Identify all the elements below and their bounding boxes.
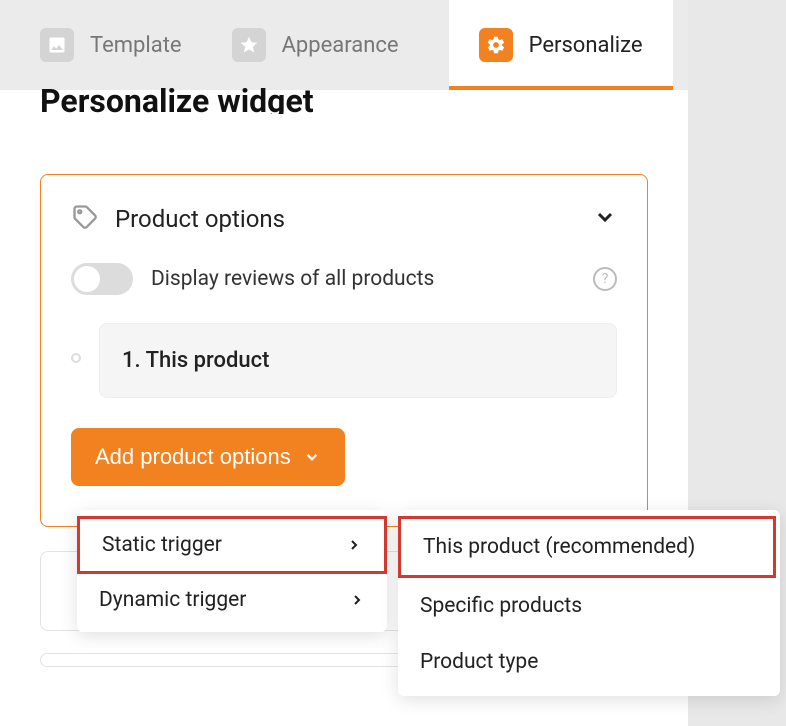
trigger-type-menu: Static trigger Dynamic trigger [77,510,387,632]
card-header[interactable]: Product options [71,203,617,235]
menu-item-dynamic-trigger[interactable]: Dynamic trigger [77,574,387,626]
menu-item-label: Static trigger [102,533,222,557]
tab-appearance[interactable]: Appearance [232,0,399,90]
product-options-card: Product options Display reviews of all p… [40,174,648,527]
help-icon[interactable]: ? [593,267,617,291]
chevron-right-icon [349,592,365,608]
chevron-down-icon [303,448,321,466]
menu-item-label: Dynamic trigger [99,588,246,612]
menu-item-static-trigger[interactable]: Static trigger [77,516,387,574]
tab-bar: Template Appearance Personalize [0,0,688,90]
tab-label: Template [90,33,182,58]
tab-label: Appearance [282,33,399,58]
chevron-down-icon [593,205,617,233]
tab-template[interactable]: Template [40,0,182,90]
app-container: Template Appearance Personalize Personal… [0,0,688,726]
toggle-label: Display reviews of all products [151,267,575,291]
add-product-options-button[interactable]: Add product options [71,428,345,486]
chevron-right-icon [346,537,362,553]
add-button-label: Add product options [95,444,291,470]
tag-icon [71,203,99,235]
menu-item-product-type[interactable]: Product type [398,634,780,690]
toggle-row: Display reviews of all products ? [71,263,617,295]
tab-personalize[interactable]: Personalize [449,0,673,90]
static-trigger-submenu: This product (recommended) Specific prod… [398,510,780,696]
timeline-dot [71,353,81,363]
image-icon [40,28,74,62]
product-list: 1. This product [71,323,617,398]
display-all-reviews-toggle[interactable] [71,263,133,295]
tab-label: Personalize [529,33,643,58]
star-icon [232,28,266,62]
menu-item-this-product[interactable]: This product (recommended) [398,516,776,578]
card-title: Product options [115,205,577,233]
menu-item-specific-products[interactable]: Specific products [398,578,780,634]
product-entry[interactable]: 1. This product [99,323,617,398]
gear-icon [479,28,513,62]
